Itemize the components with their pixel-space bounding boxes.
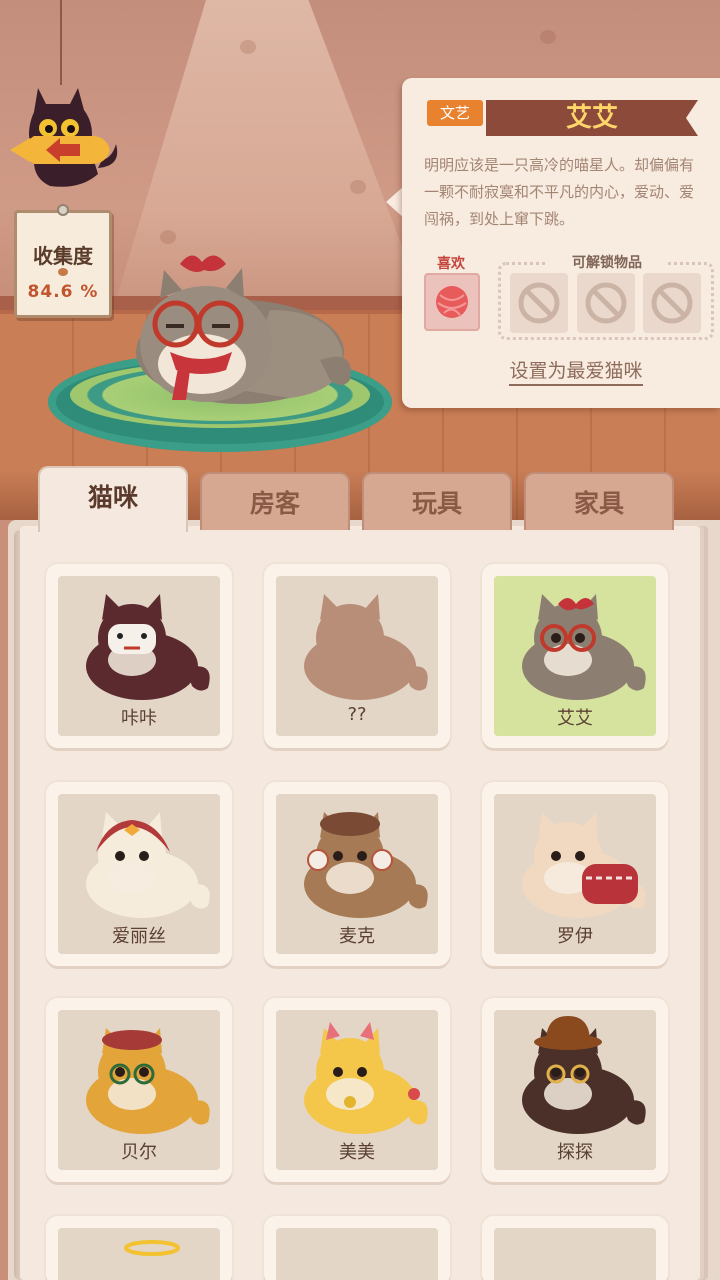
cat-portrait [86, 1028, 210, 1134]
collection-percent: 84.6 % [27, 282, 99, 302]
locked-slot[interactable] [577, 273, 635, 333]
personality-tag: 文艺 [427, 100, 483, 126]
like-item-slot[interactable] [424, 273, 480, 331]
cat-card-name: 罗伊 [557, 926, 593, 947]
cat-card-name: 咔咔 [121, 708, 157, 729]
cat-name: 艾艾 [565, 103, 618, 133]
locked-slot[interactable] [643, 273, 701, 333]
cat-card[interactable] [482, 1216, 668, 1280]
locked-slot-icon [585, 282, 627, 324]
cat-portrait [304, 594, 428, 700]
locked-slot[interactable] [510, 273, 568, 333]
cat-portrait [304, 812, 428, 918]
cat-portrait [522, 1016, 646, 1134]
hanging-string [60, 0, 62, 85]
pin-icon [57, 204, 69, 216]
locked-slot-icon [651, 282, 693, 324]
cat-card-name: ?? [347, 704, 367, 725]
cat-description: 明明应该是一只高冷的喵星人。却偏偏有一颗不耐寂寞和不平凡的内心，爱动、爱闯祸，到… [424, 156, 695, 228]
locked-slot-icon [518, 282, 560, 324]
cat-card-name: 探探 [557, 1142, 593, 1163]
tab-tenants[interactable]: 房客 [200, 472, 350, 530]
tab-furniture[interactable]: 家具 [524, 472, 674, 530]
cat-card[interactable]: 爱丽丝 [46, 782, 232, 966]
tab-cats[interactable]: 猫咪 [38, 466, 188, 532]
yarn-ball-icon [436, 286, 468, 318]
cat-card-name: 美美 [339, 1142, 375, 1163]
wallpaper-paw [240, 40, 256, 54]
cat-card[interactable]: ?? [264, 564, 450, 748]
collection-board: 收集度 84.6 % [14, 204, 112, 318]
cat-card[interactable] [264, 1216, 450, 1280]
wallpaper-paw [540, 30, 556, 44]
halo-icon [124, 1240, 180, 1256]
cat-card-name: 贝尔 [121, 1142, 157, 1163]
cat-portrait [522, 594, 646, 700]
cat-portrait [86, 594, 210, 700]
cat-portrait [304, 1022, 428, 1134]
tab-toys[interactable]: 玩具 [362, 472, 512, 530]
cat-card[interactable]: 艾艾 [482, 564, 668, 748]
cat-card-name: 爱丽丝 [112, 926, 166, 947]
paw-icon [58, 268, 68, 276]
cat-portrait [522, 812, 646, 918]
cat-card[interactable] [46, 1216, 232, 1280]
likes-label: 喜欢 [437, 256, 465, 272]
cat-card[interactable]: 贝尔 [46, 998, 232, 1182]
back-button[interactable] [10, 78, 130, 196]
set-favorite-link[interactable]: 设置为最爱猫咪 [420, 356, 720, 386]
unlockables-label: 可解锁物品 [548, 252, 666, 272]
cat-card[interactable]: 美美 [264, 998, 450, 1182]
wallpaper-paw [350, 180, 366, 194]
cat-card[interactable]: 咔咔 [46, 564, 232, 748]
cat-card[interactable]: 罗伊 [482, 782, 668, 966]
cat-card[interactable]: 探探 [482, 998, 668, 1182]
cat-portrait [86, 812, 210, 918]
selected-cat-sprite[interactable] [120, 240, 370, 410]
back-arrow-icon [10, 88, 118, 187]
cat-card-name: 艾艾 [557, 708, 593, 729]
cat-card-name: 麦克 [339, 926, 375, 947]
collection-title: 收集度 [33, 244, 93, 268]
cat-card[interactable]: 麦克 [264, 782, 450, 966]
